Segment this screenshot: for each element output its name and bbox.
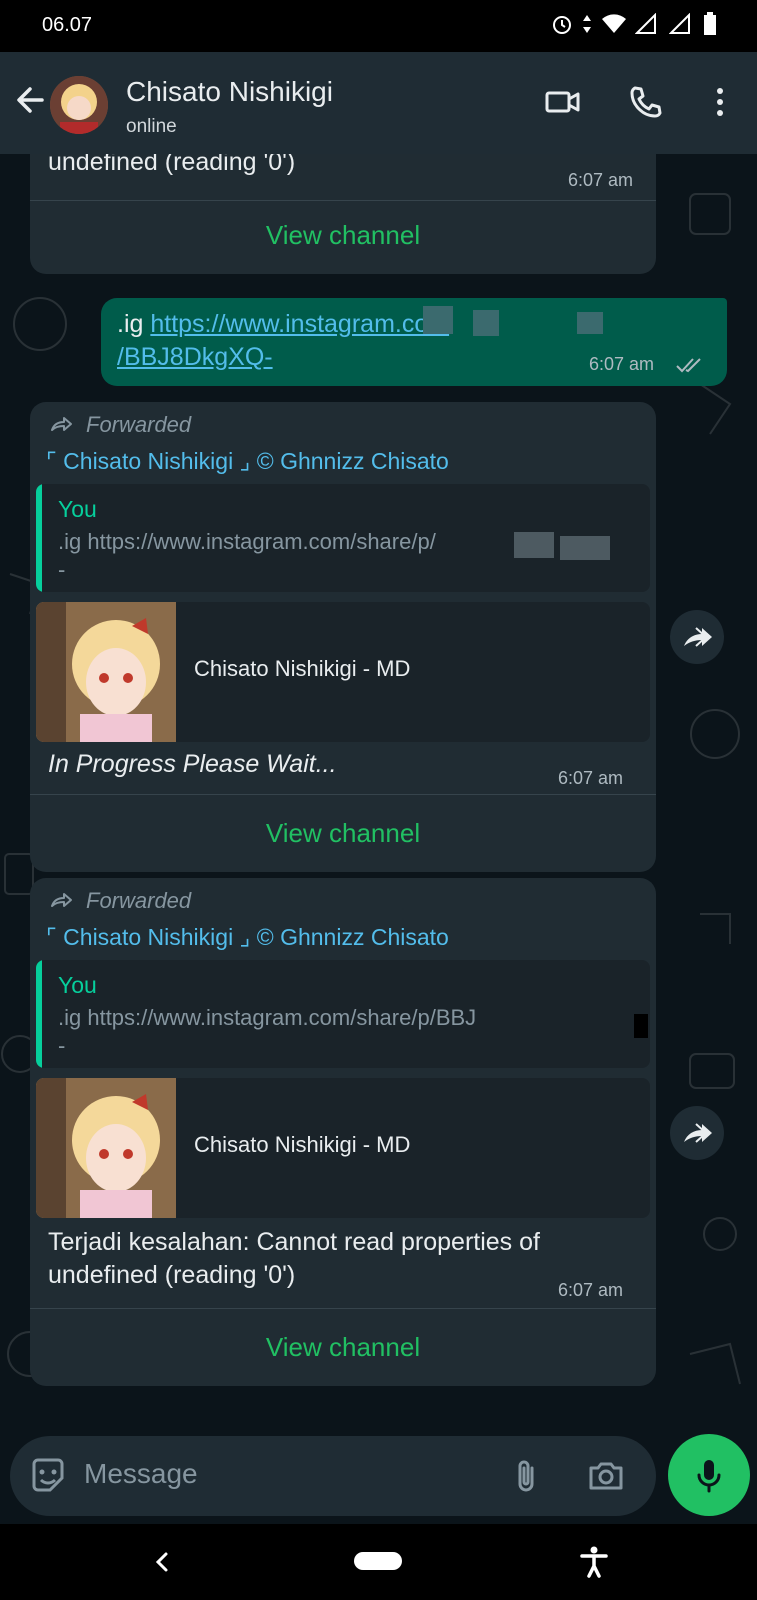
forwarded-icon: [51, 417, 72, 431]
forward-button[interactable]: [670, 1106, 724, 1160]
nav-home-pill[interactable]: [354, 1552, 402, 1570]
forwarded-text: Forwarded: [86, 412, 192, 437]
camera-icon[interactable]: [586, 1456, 626, 1496]
preview-title: Chisato Nishikigi - MD: [194, 656, 411, 681]
sticker-icon[interactable]: [28, 1456, 68, 1496]
message-bubble-outgoing[interactable]: .ig https://www.instagram.com /BBJ8DkgXQ…: [101, 298, 727, 386]
channel-name[interactable]: ⌜ Chisato Nishikigi ⌟ © Ghnnizz Chisato: [46, 924, 449, 951]
link-preview[interactable]: Chisato Nishikigi - MD: [36, 1078, 650, 1218]
message-prefix: .ig: [117, 310, 151, 338]
status-time: 06.07: [42, 14, 93, 36]
message-bubble-forwarded[interactable]: Forwarded ⌜ Chisato Nishikigi ⌟ © Ghnniz…: [30, 878, 656, 1386]
view-channel-button[interactable]: View channel: [30, 220, 656, 251]
divider: [30, 200, 656, 201]
redaction-mark: [634, 1014, 648, 1038]
message-text-line: Terjadi kesalahan: Cannot read propertie…: [48, 1228, 540, 1256]
message-composer[interactable]: Message: [10, 1436, 656, 1516]
forward-button[interactable]: [670, 610, 724, 664]
nav-back-icon[interactable]: [148, 1548, 176, 1576]
quote-author: You: [58, 972, 97, 998]
read-ticks-icon: [676, 358, 701, 373]
message-text-line-2: undefined (reading '0'): [48, 1261, 296, 1289]
message-bubble-incoming[interactable]: undefined (reading '0') 6:07 am View cha…: [30, 154, 656, 274]
mic-icon: [697, 1460, 721, 1493]
quoted-message[interactable]: You .ig https://www.instagram.com/share/…: [36, 960, 650, 1068]
attach-icon[interactable]: [506, 1456, 546, 1496]
video-call-icon[interactable]: [543, 82, 583, 122]
battery-icon: [704, 12, 716, 35]
quote-text-line-2: -: [58, 557, 66, 582]
message-bubble-forwarded[interactable]: Forwarded ⌜ Chisato Nishikigi ⌟ © Ghnniz…: [30, 402, 656, 872]
data-arrows-icon: [583, 15, 591, 33]
preview-thumbnail: [36, 602, 176, 742]
quote-bar: [36, 484, 42, 592]
redaction-mark: [514, 532, 554, 558]
avatar[interactable]: [50, 76, 108, 134]
preview-title: Chisato Nishikigi - MD: [194, 1132, 411, 1157]
quoted-message[interactable]: You .ig https://www.instagram.com/share/…: [36, 484, 650, 592]
more-options-icon[interactable]: [700, 82, 740, 122]
quote-text-line: .ig https://www.instagram.com/share/p/BB…: [58, 1005, 477, 1030]
quote-text-line: .ig https://www.instagram.com/share/p/: [58, 529, 436, 554]
divider: [30, 1308, 656, 1309]
link-preview[interactable]: Chisato Nishikigi - MD: [36, 602, 650, 742]
chat-area[interactable]: undefined (reading '0') 6:07 am View cha…: [0, 154, 757, 1524]
quote-author: You: [58, 496, 97, 522]
system-nav-bar: [0, 1524, 757, 1600]
status-bar: 06.07: [0, 0, 757, 52]
channel-name[interactable]: ⌜ Chisato Nishikigi ⌟ © Ghnnizz Chisato: [46, 448, 449, 475]
quote-text: .ig https://www.instagram.com/share/p/BB…: [58, 1004, 476, 1060]
forward-icon: [684, 627, 712, 647]
forwarded-label: Forwarded: [50, 888, 191, 914]
redaction-mark: [473, 310, 499, 336]
divider: [30, 794, 656, 795]
signal-icon: [635, 13, 656, 34]
message-text: Terjadi kesalahan: Cannot read propertie…: [48, 1226, 540, 1292]
redaction-mark: [560, 536, 610, 560]
message-text: In Progress Please Wait...: [48, 750, 337, 778]
signal-2-icon: [669, 13, 690, 34]
view-channel-button[interactable]: View channel: [30, 1332, 656, 1363]
status-icons: [551, 12, 717, 36]
redaction-mark: [577, 312, 603, 334]
wifi-icon: [602, 14, 626, 33]
message-time: 6:07 am: [558, 768, 624, 788]
quote-text-line-2: -: [58, 1033, 66, 1058]
chat-header: Chisato Nishikigi online: [0, 52, 757, 154]
contact-status: online: [126, 116, 177, 137]
message-time: 6:07 am: [589, 354, 655, 374]
quote-bar: [36, 960, 42, 1068]
message-text: undefined (reading '0'): [48, 154, 296, 176]
back-arrow-icon[interactable]: [12, 82, 48, 118]
voice-call-icon[interactable]: [626, 82, 666, 122]
quote-text: .ig https://www.instagram.com/share/p/ -: [58, 528, 436, 584]
mic-button[interactable]: [668, 1434, 750, 1516]
avatar-image: [50, 76, 108, 134]
contact-name[interactable]: Chisato Nishikigi: [126, 76, 333, 108]
redaction-mark: [423, 306, 453, 334]
preview-thumbnail: [36, 1078, 176, 1218]
message-text: .ig https://www.instagram.com /BBJ8DkgXQ…: [117, 308, 449, 374]
message-time: 6:07 am: [568, 170, 634, 190]
message-time: 6:07 am: [558, 1280, 624, 1300]
forwarded-text: Forwarded: [86, 888, 192, 913]
forward-icon: [684, 1123, 712, 1143]
message-input[interactable]: Message: [84, 1458, 198, 1490]
alarm-icon: [553, 16, 571, 34]
message-link[interactable]: https://www.instagram.com: [150, 310, 449, 338]
accessibility-icon[interactable]: [576, 1544, 612, 1580]
forwarded-label: Forwarded: [50, 412, 191, 438]
message-link-continued[interactable]: /BBJ8DkgXQ-: [117, 343, 273, 371]
view-channel-button[interactable]: View channel: [30, 818, 656, 849]
forwarded-icon: [51, 893, 72, 907]
